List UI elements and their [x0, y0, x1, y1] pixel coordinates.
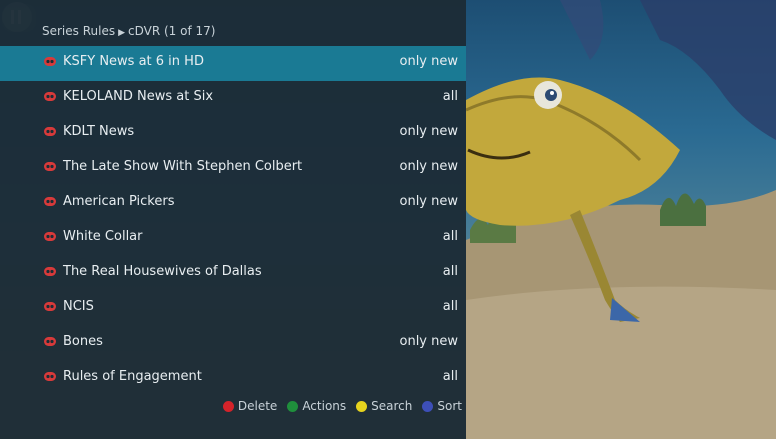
series-record-icon	[44, 57, 56, 66]
series-record-icon	[44, 197, 56, 206]
series-title: Bones	[63, 334, 103, 349]
record-rule: only new	[399, 334, 459, 349]
series-rule-row[interactable]: American Pickers only new	[0, 186, 466, 221]
legend-search-label: Search	[371, 399, 413, 413]
series-rule-row[interactable]: The Late Show With Stephen Colbert only …	[0, 151, 466, 186]
record-rule: only new	[399, 54, 459, 69]
legend-search[interactable]: Search	[356, 399, 412, 413]
red-button-icon	[222, 400, 234, 412]
legend-delete-label: Delete	[237, 399, 278, 413]
legend-actions-label: Actions	[302, 399, 347, 413]
blue-button-icon	[422, 400, 434, 412]
green-button-icon	[287, 400, 299, 412]
series-title: The Late Show With Stephen Colbert	[63, 159, 303, 174]
breadcrumb-arrow-icon: ▶	[118, 28, 126, 38]
series-rule-row[interactable]: The Real Housewives of Dallas all	[0, 256, 466, 291]
series-rule-row[interactable]: KSFY News at 6 in HD only new	[0, 46, 466, 81]
series-rule-row[interactable]: Rules of Engagement all	[0, 361, 466, 396]
series-title: KDLT News	[63, 124, 135, 139]
legend-sort[interactable]: Sort	[422, 399, 462, 413]
record-rule: only new	[399, 194, 459, 209]
breadcrumb: Series Rules ▶ cDVR (1 of 17)	[42, 24, 215, 38]
breadcrumb-location: cDVR (1 of 17)	[128, 24, 216, 38]
series-rule-row[interactable]: Bones only new	[0, 326, 466, 361]
series-rule-row[interactable]: NCIS all	[0, 291, 466, 326]
series-title: American Pickers	[63, 194, 175, 209]
series-record-icon	[44, 162, 56, 171]
series-title: The Real Housewives of Dallas	[63, 264, 262, 279]
series-record-icon	[44, 127, 56, 136]
series-rule-row[interactable]: KELOLAND News at Six all	[0, 81, 466, 116]
button-legend: Delete Actions Search Sort	[213, 399, 462, 413]
series-record-icon	[44, 302, 56, 311]
series-record-icon	[44, 267, 56, 276]
series-record-icon	[44, 337, 56, 346]
series-rule-row[interactable]: White Collar all	[0, 221, 466, 256]
series-record-icon	[44, 372, 56, 381]
series-title: Rules of Engagement	[63, 369, 202, 384]
series-title: White Collar	[63, 229, 143, 244]
series-rule-row[interactable]: KDLT News only new	[0, 116, 466, 151]
legend-delete[interactable]: Delete	[222, 399, 278, 413]
series-title: NCIS	[63, 299, 94, 314]
record-rule: all	[442, 89, 458, 104]
record-rule: all	[442, 299, 458, 314]
series-title: KSFY News at 6 in HD	[63, 54, 204, 69]
yellow-button-icon	[356, 400, 368, 412]
series-rules-panel: Series Rules ▶ cDVR (1 of 17) KSFY News at…	[0, 0, 466, 439]
series-rules-list: KSFY News at 6 in HD only new KELOLAND N…	[0, 46, 466, 396]
legend-actions[interactable]: Actions	[287, 399, 346, 413]
breadcrumb-section: Series Rules	[42, 24, 116, 38]
series-record-icon	[44, 92, 56, 101]
legend-sort-label: Sort	[437, 399, 462, 413]
record-rule: all	[442, 229, 458, 244]
series-title: KELOLAND News at Six	[63, 89, 214, 104]
record-rule: all	[442, 264, 458, 279]
series-record-icon	[44, 232, 56, 241]
record-rule: all	[442, 369, 458, 384]
record-rule: only new	[399, 124, 459, 139]
record-rule: only new	[399, 159, 459, 174]
